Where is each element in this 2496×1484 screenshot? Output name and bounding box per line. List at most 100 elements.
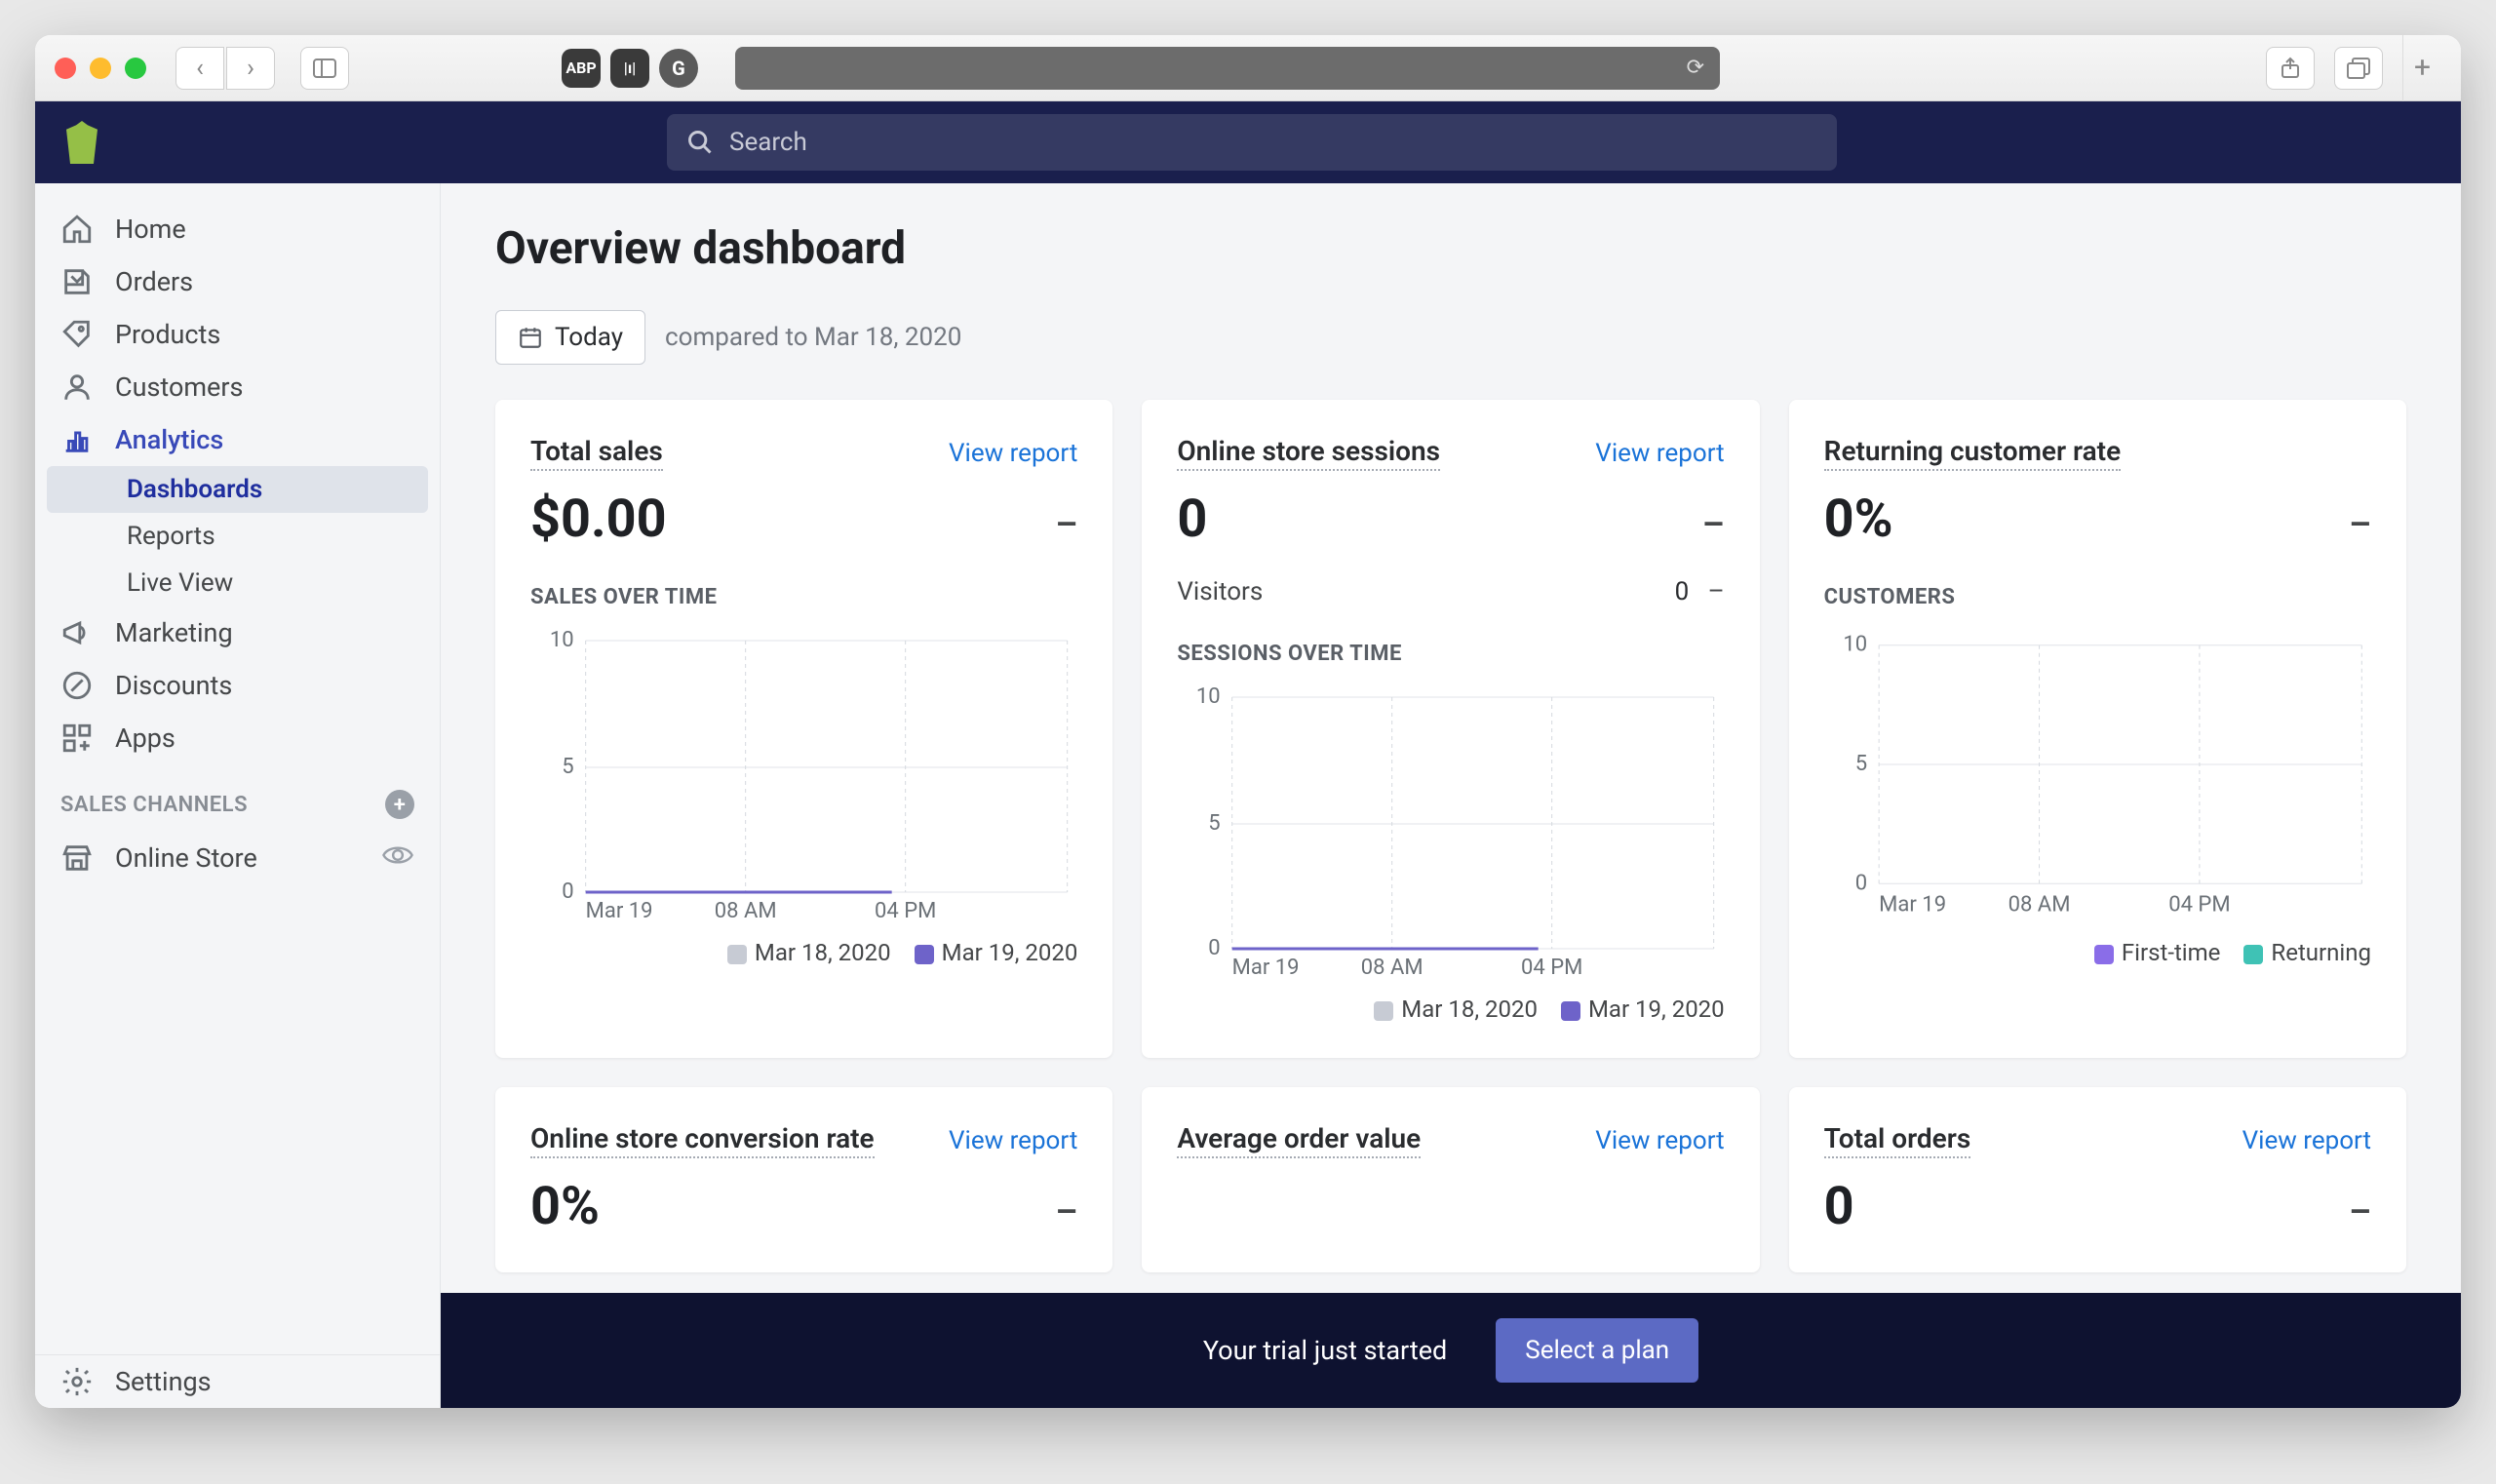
global-search[interactable] (667, 114, 1837, 171)
channel-online-store[interactable]: Online Store (35, 829, 440, 887)
back-button[interactable]: ‹ (176, 47, 224, 90)
nav-customers[interactable]: Customers (35, 361, 440, 413)
channel-label: Online Store (115, 842, 257, 874)
nav-label: Apps (115, 722, 176, 754)
card-grid: Total sales View report $0.00 – SALES OV… (495, 400, 2406, 1272)
view-report-link[interactable]: View report (949, 1126, 1077, 1155)
address-bar[interactable]: ⟳ (735, 47, 1720, 90)
nav-products[interactable]: Products (35, 308, 440, 361)
select-plan-button[interactable]: Select a plan (1496, 1318, 1698, 1383)
svg-text:10: 10 (1196, 684, 1221, 709)
view-report-link[interactable]: View report (1595, 1126, 1724, 1155)
chart-legend: Mar 18, 2020 Mar 19, 2020 (530, 939, 1077, 966)
compare-text: compared to Mar 18, 2020 (665, 323, 961, 352)
metric-delta: – (1702, 504, 1725, 545)
svg-text:5: 5 (1854, 752, 1866, 776)
section-label: SALES CHANNELS (60, 793, 248, 817)
nav-label: Home (115, 214, 186, 245)
view-report-link[interactable]: View report (1595, 439, 1724, 468)
view-store-icon[interactable] (381, 839, 414, 878)
nav-label: Orders (115, 266, 193, 297)
minimize-window-button[interactable] (90, 58, 111, 79)
sales-channels-header: SALES CHANNELS + (35, 764, 440, 829)
svg-text:5: 5 (1209, 811, 1221, 836)
svg-text:08 AM: 08 AM (2008, 892, 2070, 917)
share-button[interactable] (2266, 47, 2315, 90)
products-icon (60, 318, 94, 351)
legend-item: Mar 18, 2020 (1401, 996, 1538, 1023)
legend-item: Mar 19, 2020 (1588, 996, 1725, 1023)
close-window-button[interactable] (55, 58, 76, 79)
metric-delta: – (2349, 504, 2371, 545)
svg-text:0: 0 (1854, 871, 1866, 895)
metric-value: 0 (1824, 1176, 1854, 1237)
card-total-orders: Total orders View report 0 – (1789, 1087, 2406, 1272)
gear-icon (60, 1365, 94, 1398)
reload-icon[interactable]: ⟳ (1687, 56, 1704, 80)
adblock-icon[interactable]: ABP (562, 49, 601, 88)
view-report-link[interactable]: View report (949, 439, 1077, 468)
legend-item: Mar 18, 2020 (755, 939, 891, 966)
extension-icon-3[interactable]: G (659, 49, 698, 88)
nav-analytics[interactable]: Analytics (35, 413, 440, 466)
chart-title: SESSIONS OVER TIME (1177, 642, 1724, 666)
svg-text:0: 0 (1209, 936, 1221, 960)
customers-icon (60, 371, 94, 404)
metric-value: 0% (530, 1176, 600, 1237)
visitors-row: Visitors 0 – (1177, 577, 1724, 606)
main-content: Overview dashboard Today compared to Mar… (441, 183, 2461, 1408)
date-range-label: Today (555, 323, 623, 352)
legend-item: Returning (2271, 939, 2371, 966)
maximize-window-button[interactable] (125, 58, 146, 79)
shopify-logo-icon[interactable] (62, 121, 101, 164)
tabs-button[interactable] (2334, 47, 2383, 90)
metric-delta: – (1055, 504, 1077, 545)
nav-label: Customers (115, 371, 243, 403)
home-icon (60, 213, 94, 246)
svg-text:5: 5 (562, 755, 573, 779)
chart-legend: Mar 18, 2020 Mar 19, 2020 (1177, 996, 1724, 1023)
metric-label: Average order value (1177, 1122, 1421, 1158)
orders-icon (60, 265, 94, 298)
chart-title: SALES OVER TIME (530, 585, 1077, 609)
metric-value: 0% (1824, 488, 1893, 550)
visitors-delta: – (1708, 577, 1725, 606)
sessions-chart: 10 5 0 Mar 19 08 AM (1177, 683, 1724, 980)
nav-settings[interactable]: Settings (35, 1355, 440, 1408)
date-range-button[interactable]: Today (495, 310, 645, 365)
nav-home[interactable]: Home (35, 203, 440, 255)
browser-titlebar: ‹ › ABP |ı| G ⟳ + (35, 35, 2461, 101)
svg-text:08 AM: 08 AM (1361, 956, 1424, 976)
search-input[interactable] (729, 128, 1817, 157)
nav-live-view[interactable]: Live View (47, 560, 428, 606)
nav-label: Settings (115, 1366, 212, 1397)
store-icon (60, 841, 94, 875)
card-returning: Returning customer rate 0% – CUSTOMERS 1… (1789, 400, 2406, 1058)
nav-discounts[interactable]: Discounts (35, 659, 440, 712)
nav-orders[interactable]: Orders (35, 255, 440, 308)
extension-icon-2[interactable]: |ı| (610, 49, 649, 88)
nav-label: Discounts (115, 670, 232, 701)
card-sessions: Online store sessions View report 0 – Vi… (1142, 400, 1759, 1058)
card-conversion: Online store conversion rate View report… (495, 1087, 1112, 1272)
forward-button[interactable]: › (226, 47, 275, 90)
add-channel-button[interactable]: + (385, 790, 414, 819)
metric-label: Online store conversion rate (530, 1122, 875, 1158)
chart-legend: First-time Returning (1824, 939, 2371, 966)
metric-label: Online store sessions (1177, 435, 1440, 471)
new-tab-button[interactable]: + (2402, 35, 2441, 101)
analytics-icon (60, 423, 94, 456)
sidebar: Home Orders Products Customers Analytics… (35, 183, 441, 1408)
apps-icon (60, 722, 94, 755)
nav-apps[interactable]: Apps (35, 712, 440, 764)
legend-item: First-time (2122, 939, 2221, 966)
nav-reports[interactable]: Reports (47, 513, 428, 560)
nav-dashboards[interactable]: Dashboards (47, 466, 428, 513)
sidebar-toggle-button[interactable] (300, 47, 349, 90)
nav-marketing[interactable]: Marketing (35, 606, 440, 659)
nav-label: Products (115, 319, 220, 350)
calendar-icon (518, 325, 543, 350)
view-report-link[interactable]: View report (2242, 1126, 2371, 1155)
metric-value: $0.00 (530, 488, 667, 550)
svg-text:0: 0 (562, 879, 573, 904)
